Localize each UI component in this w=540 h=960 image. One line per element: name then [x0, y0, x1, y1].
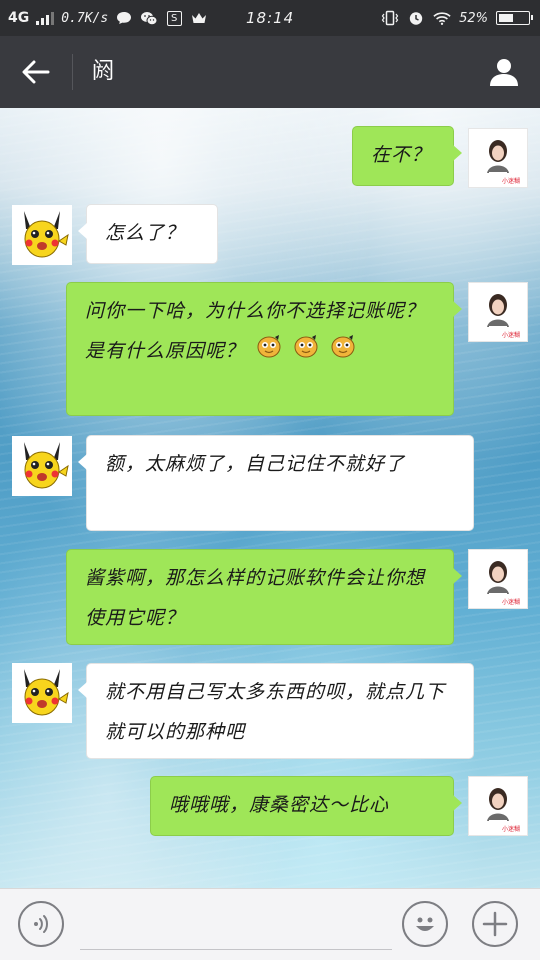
sent-bubble[interactable]: 在不？: [352, 126, 462, 186]
signal-strength-icon: [36, 11, 55, 25]
message-text: 就不用自己写太多东西的呗，就点几下就可以的那种吧: [105, 681, 446, 743]
message-text: 怎么了？: [105, 222, 186, 244]
my-avatar[interactable]: 小迷糊: [468, 282, 528, 342]
message-text: 在不？: [371, 144, 432, 166]
person-icon[interactable]: [488, 56, 520, 88]
emoji-icon: [330, 332, 356, 372]
status-left-group: 4G 0.7K/s S: [8, 0, 208, 36]
back-arrow-icon[interactable]: [22, 60, 50, 84]
sent-bubble[interactable]: 哦哦哦，康桑密达～比心: [150, 776, 462, 836]
wechat-icon: [140, 9, 158, 27]
network-speed: 0.7K/s: [61, 10, 109, 26]
svg-text:小迷糊: 小迷糊: [502, 825, 520, 833]
emoji-icon: [256, 332, 282, 372]
message-text: 哦哦哦，康桑密达～比心: [169, 794, 390, 816]
svg-text:小迷糊: 小迷糊: [502, 598, 520, 606]
my-avatar[interactable]: 小迷糊: [468, 549, 528, 609]
title-bar: 阏: [0, 36, 540, 108]
contact-avatar[interactable]: [12, 663, 72, 723]
plus-icon[interactable]: [482, 911, 508, 937]
message-input[interactable]: [80, 903, 392, 950]
vibrate-icon: [381, 9, 399, 27]
received-bubble[interactable]: 额，太麻烦了，自己记住不就好了: [78, 435, 474, 531]
svg-text:小迷糊: 小迷糊: [502, 177, 520, 185]
emoji-icon: [293, 332, 319, 372]
message-bubble-icon: [115, 9, 133, 27]
sent-bubble[interactable]: 问你一下哈，为什么你不选择记账呢？是有什么原因呢？: [66, 282, 462, 416]
received-bubble[interactable]: 怎么了？: [78, 204, 218, 264]
message-text: 问你一下哈，为什么你不选择记账呢？是有什么原因呢？: [85, 300, 426, 362]
chat-screen: 4G 0.7K/s S 18:14 52% 阏 在不？ 小迷糊 怎么了？ 问你一…: [0, 0, 540, 960]
battery-fill: [499, 14, 513, 22]
chat-history[interactable]: 在不？ 小迷糊 怎么了？ 问你一下哈，为什么你不选择记账呢？是有什么原因呢？ 小…: [0, 108, 540, 888]
my-avatar[interactable]: 小迷糊: [468, 776, 528, 836]
app-s-icon: S: [165, 9, 183, 27]
input-bar: [0, 888, 540, 960]
battery-percent: 52%: [459, 10, 488, 26]
more-functions-button[interactable]: [472, 901, 518, 947]
sent-bubble[interactable]: 酱紫啊，那怎么样的记账软件会让你想使用它呢？: [66, 549, 462, 645]
crown-icon: [190, 9, 208, 27]
voice-mode-button[interactable]: [18, 901, 64, 947]
chat-info-button[interactable]: [484, 52, 524, 92]
chat-title: 阏: [92, 59, 115, 84]
message-text: 额，太麻烦了，自己记住不就好了: [105, 453, 406, 475]
back-button[interactable]: [14, 52, 58, 92]
received-bubble[interactable]: 就不用自己写太多东西的呗，就点几下就可以的那种吧: [78, 663, 474, 759]
title-divider: [72, 54, 73, 90]
voice-icon[interactable]: [29, 912, 53, 936]
status-right-group: 52%: [381, 0, 533, 36]
svg-text:小迷糊: 小迷糊: [502, 331, 520, 339]
my-avatar[interactable]: 小迷糊: [468, 128, 528, 188]
clock: 18:14: [246, 9, 295, 27]
smiley-icon[interactable]: [410, 909, 440, 939]
network-type: 4G: [8, 10, 30, 26]
message-text: 酱紫啊，那怎么样的记账软件会让你想使用它呢？: [85, 567, 426, 629]
status-bar: 4G 0.7K/s S 18:14 52%: [0, 0, 540, 36]
wifi-icon: [433, 9, 451, 27]
contact-avatar[interactable]: [12, 436, 72, 496]
contact-avatar[interactable]: [12, 205, 72, 265]
battery-icon: [496, 11, 533, 25]
alarm-icon: [407, 9, 425, 27]
emoji-button[interactable]: [402, 901, 448, 947]
